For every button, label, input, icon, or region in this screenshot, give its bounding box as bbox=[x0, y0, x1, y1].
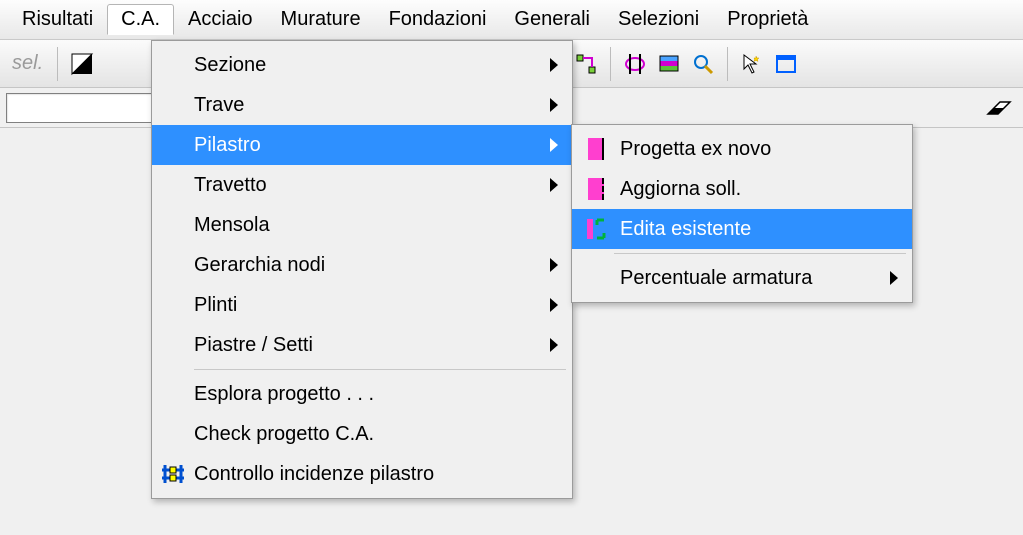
submenu-arrow-icon bbox=[550, 258, 558, 272]
pilastro-item-label: Progetta ex novo bbox=[620, 138, 831, 161]
contrast-toggle-icon[interactable] bbox=[66, 48, 98, 80]
column-edit-green-icon bbox=[572, 209, 620, 249]
menu-risultati[interactable]: Risultati bbox=[8, 4, 107, 35]
ca-item-label: Gerarchia nodi bbox=[194, 254, 385, 277]
ca-item-label: Plinti bbox=[194, 294, 297, 317]
ca-item-label: Mensola bbox=[194, 214, 330, 237]
menu-separator bbox=[614, 253, 906, 254]
ca-item-plinti[interactable]: Plinti bbox=[152, 285, 572, 325]
ca-item-sezione[interactable]: Sezione bbox=[152, 45, 572, 85]
menu-proprieta[interactable]: Proprietà bbox=[713, 4, 822, 35]
menubar: Risultati C.A. Acciaio Murature Fondazio… bbox=[0, 0, 1023, 40]
ca-item-label: Travetto bbox=[194, 174, 327, 197]
pilastro-item-label: Edita esistente bbox=[620, 218, 811, 241]
ca-item-pilastro[interactable]: Pilastro bbox=[152, 125, 572, 165]
submenu-arrow-icon bbox=[890, 271, 898, 285]
submenu-arrow-icon bbox=[550, 338, 558, 352]
pilastro-submenu: Progetta ex novo Aggiorna soll. Edita es… bbox=[571, 124, 913, 303]
controllo-incidenze-icon bbox=[152, 454, 194, 494]
pilastro-item-progetta-ex-novo[interactable]: Progetta ex novo bbox=[572, 129, 912, 169]
ca-item-mensola[interactable]: Mensola bbox=[152, 205, 572, 245]
ca-item-trave[interactable]: Trave bbox=[152, 85, 572, 125]
ca-item-label: Piastre / Setti bbox=[194, 334, 373, 357]
ca-item-controllo-incidenze[interactable]: Controllo incidenze pilastro bbox=[152, 454, 572, 494]
toolbar-separator bbox=[727, 47, 728, 81]
ca-item-check-progetto[interactable]: Check progetto C.A. bbox=[152, 414, 572, 454]
ca-item-travetto[interactable]: Travetto bbox=[152, 165, 572, 205]
ellipse-section-icon[interactable] bbox=[619, 48, 651, 80]
ca-item-label: Esplora progetto . . . bbox=[194, 383, 434, 406]
toolbar-sel-label: sel. bbox=[6, 52, 49, 75]
pilastro-item-edita-esistente[interactable]: Edita esistente bbox=[572, 209, 912, 249]
ca-item-label: Check progetto C.A. bbox=[194, 423, 434, 446]
toolbar-separator bbox=[610, 47, 611, 81]
magnifier-icon[interactable] bbox=[687, 48, 719, 80]
column-pink-dashed-icon bbox=[572, 169, 620, 209]
submenu-arrow-icon bbox=[550, 298, 558, 312]
eraser-icon[interactable] bbox=[979, 92, 1017, 124]
submenu-arrow-icon bbox=[550, 178, 558, 192]
window-blue-icon[interactable] bbox=[770, 48, 802, 80]
pilastro-item-aggiorna-soll[interactable]: Aggiorna soll. bbox=[572, 169, 912, 209]
ca-item-gerarchia-nodi[interactable]: Gerarchia nodi bbox=[152, 245, 572, 285]
ca-item-label: Pilastro bbox=[194, 134, 321, 157]
node-branch-icon[interactable] bbox=[570, 48, 602, 80]
menu-fondazioni[interactable]: Fondazioni bbox=[375, 4, 501, 35]
ca-item-piastre-setti[interactable]: Piastre / Setti bbox=[152, 325, 572, 365]
ca-item-label: Controllo incidenze pilastro bbox=[194, 463, 494, 486]
layers-colored-icon[interactable] bbox=[653, 48, 685, 80]
ca-item-label: Sezione bbox=[194, 54, 326, 77]
menu-acciaio[interactable]: Acciaio bbox=[174, 4, 266, 35]
pilastro-item-label: Aggiorna soll. bbox=[620, 178, 801, 201]
column-pink-icon bbox=[572, 129, 620, 169]
ca-item-label: Trave bbox=[194, 94, 304, 117]
submenu-arrow-icon bbox=[550, 138, 558, 152]
submenu-arrow-icon bbox=[550, 98, 558, 112]
ca-dropdown: Sezione Trave Pilastro Travetto Mensola … bbox=[151, 40, 573, 499]
toolbar-separator bbox=[57, 47, 58, 81]
cursor-star-icon[interactable] bbox=[736, 48, 768, 80]
menu-selezioni[interactable]: Selezioni bbox=[604, 4, 713, 35]
pilastro-item-label: Percentuale armatura bbox=[620, 267, 872, 290]
menu-murature[interactable]: Murature bbox=[267, 4, 375, 35]
pilastro-item-percentuale-armatura[interactable]: Percentuale armatura bbox=[572, 258, 912, 298]
submenu-arrow-icon bbox=[550, 58, 558, 72]
menu-separator bbox=[194, 369, 566, 370]
ca-item-esplora-progetto[interactable]: Esplora progetto . . . bbox=[152, 374, 572, 414]
menu-ca[interactable]: C.A. bbox=[107, 4, 174, 35]
menu-generali[interactable]: Generali bbox=[500, 4, 604, 35]
